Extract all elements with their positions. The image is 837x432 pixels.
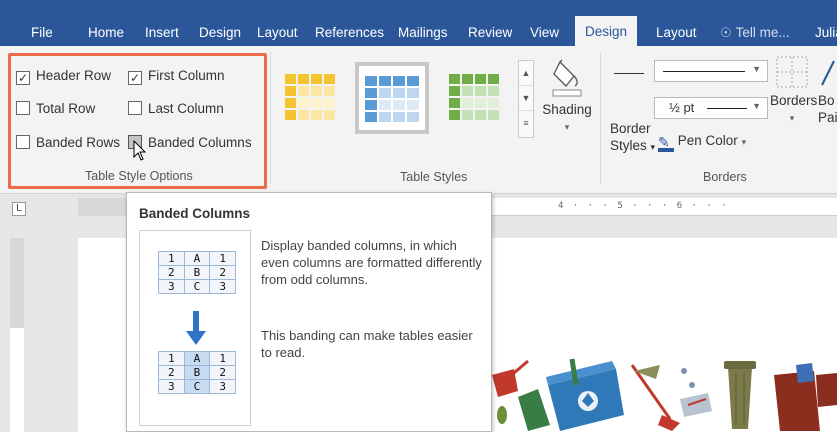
pen-color-label: Pen Color (677, 133, 738, 148)
group-separator (600, 52, 601, 184)
tab-file[interactable]: File (31, 20, 53, 46)
tab-selector[interactable]: L (12, 202, 26, 216)
borders-button[interactable]: Borders ▾ (770, 55, 818, 124)
table-styles-gallery (275, 60, 525, 134)
account-name[interactable]: Julia (815, 20, 837, 46)
gallery-up-icon[interactable]: ▲ (519, 61, 533, 86)
cell: 1 (209, 351, 236, 366)
borders-group-label: Borders (703, 170, 747, 184)
tooltip-description-extra: This banding can make tables easier to r… (261, 328, 473, 360)
paint-bucket-icon (552, 59, 582, 97)
ruler-margin (10, 238, 24, 328)
pen-icon: ✎ (658, 135, 674, 152)
gallery-scrollbar[interactable]: ▲ ▼ ≡ (518, 60, 534, 138)
borders-label: Borders (770, 93, 818, 108)
recycling-clipart-image (484, 358, 837, 431)
tab-mailings[interactable]: Mailings (398, 20, 448, 46)
border-styles-label-2: Styles (610, 138, 647, 153)
border-styles-dropdown-icon: ▾ (650, 142, 656, 152)
gallery-more-icon[interactable]: ≡ (519, 111, 533, 136)
tab-insert[interactable]: Insert (145, 20, 179, 46)
border-painter-icon (821, 60, 835, 86)
cell: C (183, 279, 211, 294)
cell: C (183, 379, 211, 394)
table-styles-label: Table Styles (400, 170, 468, 184)
tab-review[interactable]: Review (468, 20, 512, 46)
ruler-marks: 4 · · · 5 · · · 6 · · · (558, 201, 729, 211)
tell-me-label: Tell me... (735, 25, 790, 40)
vertical-ruler[interactable] (10, 238, 24, 432)
arrow-down-icon (186, 311, 206, 345)
highlight-box (8, 53, 267, 189)
tooltip-illustration: 1A1 2B2 3C3 1A1 2B2 3C3 (139, 230, 251, 426)
ribbon-tab-bar: File Home Insert Design Layout Reference… (0, 0, 837, 46)
cell: 2 (209, 265, 236, 280)
line-style-dropdown[interactable]: ▼ (654, 60, 768, 82)
chevron-down-icon: ▼ (752, 64, 761, 74)
tab-home[interactable]: Home (88, 20, 124, 46)
cell: 2 (158, 365, 185, 380)
cell: B (183, 365, 211, 380)
gallery-down-icon[interactable]: ▼ (519, 86, 533, 111)
tab-design[interactable]: Design (199, 20, 241, 46)
cell: 1 (209, 251, 236, 266)
group-separator (270, 52, 271, 184)
cell: 1 (158, 251, 185, 266)
tab-references[interactable]: References (315, 20, 384, 46)
tooltip-description: Display banded columns, in which even co… (261, 238, 482, 287)
border-painter-button[interactable]: Bo Pai (818, 55, 837, 126)
tooltip-title: Banded Columns (139, 206, 251, 221)
cell: 3 (209, 379, 236, 394)
cell: 1 (158, 351, 185, 366)
line-weight-dropdown[interactable]: ½ pt ▼ (654, 97, 768, 119)
cell: 2 (158, 265, 185, 280)
borders-grid-icon (776, 56, 808, 88)
table-style-green[interactable] (443, 70, 505, 126)
cell: 3 (158, 279, 185, 294)
cell: 2 (209, 365, 236, 380)
table-style-blue[interactable] (355, 62, 429, 134)
shading-button[interactable]: Shading ▾ (541, 58, 593, 133)
mouse-pointer-icon (133, 140, 147, 161)
cell: A (183, 251, 211, 266)
borders-dropdown-icon: ▾ (789, 113, 795, 123)
pen-color-dropdown-icon: ▾ (741, 137, 747, 147)
cell: 3 (209, 279, 236, 294)
pen-color-button[interactable]: ✎ Pen Color ▾ (658, 133, 746, 152)
tab-view[interactable]: View (530, 20, 559, 46)
banded-columns-tooltip: Banded Columns 1A1 2B2 3C3 1A1 2B2 3C3 D… (126, 192, 492, 432)
tell-me-search[interactable]: ☉ Tell me... (720, 20, 790, 46)
border-line-icon (614, 73, 644, 74)
line-weight-value: ½ pt (669, 100, 695, 115)
cell: 3 (158, 379, 185, 394)
tab-table-layout[interactable]: Layout (656, 20, 697, 46)
cell: A (183, 351, 211, 366)
border-styles-label-1: Border (610, 121, 651, 136)
table-style-gold[interactable] (279, 70, 341, 126)
plain-table-example: 1A1 2B2 3C3 (158, 251, 236, 294)
cell: B (183, 265, 211, 280)
shading-dropdown-icon: ▾ (564, 122, 570, 132)
tab-table-design[interactable]: Design (575, 16, 638, 46)
border-painter-label-2: Pai (818, 110, 837, 125)
border-painter-label-1: Bo (818, 93, 835, 108)
line-weight-preview (707, 108, 747, 109)
line-style-preview (663, 71, 745, 72)
banded-table-example: 1A1 2B2 3C3 (158, 351, 236, 394)
tab-layout[interactable]: Layout (257, 20, 298, 46)
chevron-down-icon: ▼ (752, 101, 761, 111)
ruler-margin (78, 198, 128, 216)
lightbulb-icon: ☉ (720, 25, 732, 40)
shading-label: Shading (542, 102, 592, 117)
